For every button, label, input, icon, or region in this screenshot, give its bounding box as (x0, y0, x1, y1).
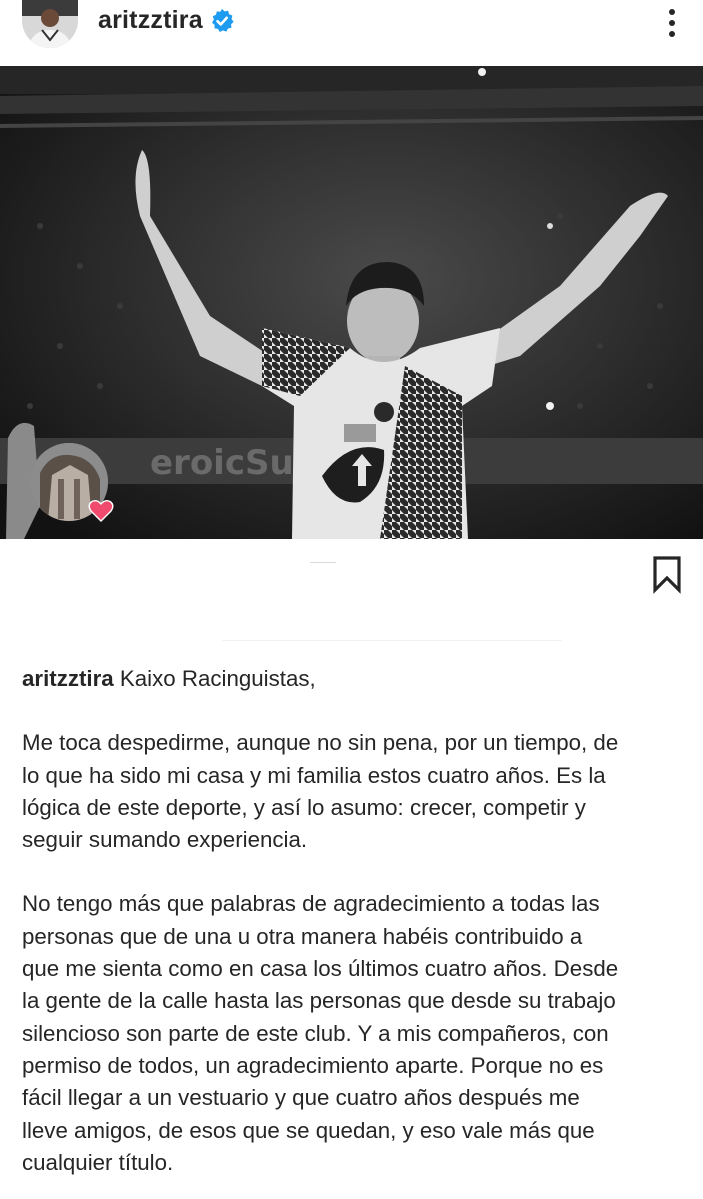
caption-line: No tengo más que palabras de agradecimie… (22, 891, 600, 917)
caption-line: permiso de todos, un agradecimiento apar… (22, 1052, 604, 1078)
post-actions (0, 540, 703, 641)
bookmark-icon[interactable] (650, 554, 684, 594)
caption-line: Me toca despedirme, aunque no sin pena, … (22, 730, 619, 756)
heart-icon (88, 499, 114, 522)
verified-badge-icon (212, 9, 234, 32)
caption-line: personas que de una u otra manera habéis… (22, 923, 583, 949)
post-caption: aritzztira Kaixo Racinguistas, Me toca d… (22, 663, 687, 1199)
caption-paragraph-1: Me toca despedirme, aunque no sin pena, … (22, 727, 687, 856)
header-username[interactable]: aritzztira (98, 6, 203, 35)
caption-line: silencioso son parte de este club. Y a m… (22, 1020, 609, 1046)
caption-line: la gente de la calle hasta las personas … (22, 988, 616, 1014)
divider (222, 640, 562, 641)
post-header: aritzztira (0, 0, 703, 62)
caption-paragraph-2: No tengo más que palabras de agradecimie… (22, 888, 687, 1179)
caption-greeting: Kaixo Racinguistas, (119, 666, 316, 691)
caption-line: que me sienta como en casa los últimos c… (22, 956, 619, 982)
caption-line: lleve amigos, de esos que se quedan, y e… (22, 1117, 595, 1143)
caption-line: lógica de este deporte, y así lo asumo: … (22, 794, 586, 820)
caption-username[interactable]: aritzztira (22, 666, 114, 691)
svg-text:eroicSu: eroicSu (150, 443, 294, 483)
more-vertical-icon[interactable] (660, 6, 684, 40)
profile-avatar[interactable] (22, 0, 78, 48)
caption-first-line: aritzztira Kaixo Racinguistas, (22, 663, 687, 695)
caption-line: cualquier título. (22, 1149, 174, 1175)
divider (310, 562, 336, 563)
caption-line: lo que ha sido mi casa y mi familia esto… (22, 762, 606, 788)
caption-line: fácil llegar a un vestuario y que cuatro… (22, 1085, 580, 1111)
caption-line: seguir sumando experiencia. (22, 827, 308, 853)
